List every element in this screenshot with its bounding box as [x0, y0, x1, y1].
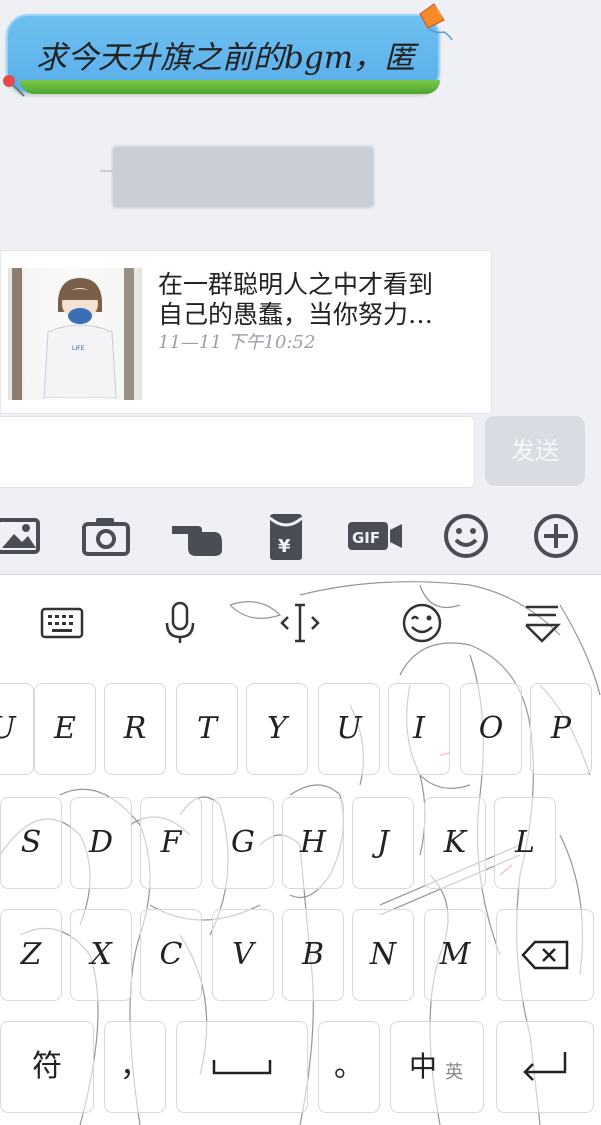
chat-bubble-text: 求今天升旗之前的bgm，匿	[36, 40, 416, 76]
period-key[interactable]: 。	[318, 1021, 380, 1113]
space-key[interactable]	[176, 1021, 308, 1113]
svg-text:LIFE: LIFE	[72, 345, 85, 352]
gif-icon[interactable]: GIF	[348, 508, 404, 564]
thumbnail-frame-left	[12, 268, 22, 400]
send-button[interactable]: 发送	[485, 416, 585, 486]
hide-keyboard-icon[interactable]	[518, 599, 566, 647]
key-v[interactable]: V	[212, 909, 274, 1001]
poke-hand-icon[interactable]	[168, 508, 224, 564]
key-g[interactable]: G	[212, 797, 274, 889]
cursor-icon[interactable]	[276, 599, 324, 647]
backspace-key[interactable]	[496, 909, 594, 1001]
enter-key[interactable]	[496, 1021, 594, 1113]
key-l[interactable]: L	[494, 797, 556, 889]
kite-icon	[419, 3, 453, 41]
key-h[interactable]: H	[282, 797, 344, 889]
space-bar-icon	[212, 1060, 272, 1075]
key-y[interactable]: Y	[246, 683, 308, 775]
lang-main-label: 中	[409, 1050, 438, 1083]
lang-alt-label: 英	[445, 1062, 463, 1083]
symbols-key[interactable]: 符	[0, 1021, 94, 1113]
camera-icon[interactable]	[78, 508, 134, 564]
key-u[interactable]: U	[318, 683, 380, 775]
image-icon[interactable]	[0, 508, 46, 564]
key-x[interactable]: X	[70, 909, 132, 1001]
pin-icon	[3, 75, 25, 97]
key-n[interactable]: N	[352, 909, 414, 1001]
key-r[interactable]: R	[104, 683, 166, 775]
enter-icon	[523, 1052, 567, 1081]
key-m[interactable]: M	[424, 909, 486, 1001]
key-i[interactable]: I	[388, 683, 450, 775]
key-e[interactable]: E	[34, 683, 96, 775]
language-switch-key[interactable]: 中 英	[390, 1021, 484, 1113]
key-f[interactable]: F	[140, 797, 202, 889]
key-u-partial[interactable]: U	[0, 683, 34, 775]
key-t[interactable]: T	[176, 683, 238, 775]
key-s[interactable]: S	[0, 797, 62, 889]
comma-key[interactable]: ，	[104, 1021, 166, 1113]
key-j[interactable]: J	[352, 797, 414, 889]
thumbnail-illustration: LIFE	[43, 278, 117, 398]
card-title-line2: 自己的愚蠢，当你努力…	[158, 300, 434, 329]
key-p[interactable]: P	[530, 683, 592, 775]
emoji-icon[interactable]	[398, 599, 446, 647]
key-b[interactable]: B	[282, 909, 344, 1001]
backspace-icon	[521, 940, 569, 970]
microphone-icon[interactable]	[156, 599, 204, 647]
emoji-icon[interactable]	[438, 508, 494, 564]
key-c[interactable]: C	[140, 909, 202, 1001]
redacted-message	[112, 146, 374, 208]
keyboard-icon[interactable]	[38, 599, 86, 647]
bubble-decoration	[20, 80, 440, 94]
svg-text:GIF: GIF	[352, 529, 380, 547]
card-timestamp: 11—11 下午10:52	[158, 332, 316, 353]
key-d[interactable]: D	[70, 797, 132, 889]
plus-icon[interactable]	[528, 508, 584, 564]
message-input[interactable]	[0, 416, 475, 488]
key-o[interactable]: O	[460, 683, 522, 775]
svg-text:¥: ¥	[278, 536, 291, 557]
soft-keyboard: U E R T Y U I O P S D F G H J K L Z X C …	[0, 574, 601, 1125]
card-title-line1: 在一群聪明人之中才看到	[158, 270, 434, 299]
key-z[interactable]: Z	[0, 909, 62, 1001]
key-k[interactable]: K	[424, 797, 486, 889]
red-packet-icon[interactable]: ¥	[258, 508, 314, 564]
